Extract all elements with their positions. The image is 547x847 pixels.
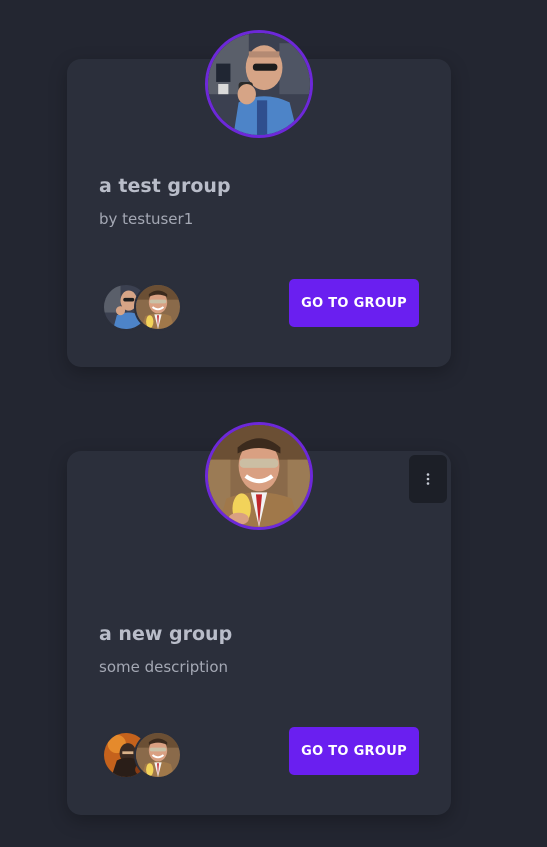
group-owner: by testuser1 (99, 210, 194, 228)
group-list: a test group by testuser1 GO TO GROUP a … (0, 0, 547, 847)
group-description: some description (99, 658, 229, 676)
group-cover-avatar (205, 422, 313, 530)
group-card: a new group some description GO TO GROUP (67, 422, 451, 815)
group-card: a test group by testuser1 GO TO GROUP (67, 30, 451, 367)
member-avatar-smiling-man (134, 283, 182, 331)
member-avatars (102, 731, 186, 779)
man-with-camera-photo (208, 33, 310, 135)
go-to-group-button[interactable]: GO TO GROUP (289, 727, 419, 775)
group-title: a new group (99, 623, 233, 645)
kebab-menu-button[interactable] (409, 455, 447, 503)
kebab-menu-icon (426, 473, 430, 485)
smiling-man-photo (208, 425, 310, 527)
group-cover-avatar (205, 30, 313, 138)
go-to-group-button[interactable]: GO TO GROUP (289, 279, 419, 327)
group-title: a test group (99, 175, 231, 197)
member-avatar-smiling-man (134, 731, 182, 779)
member-avatars (102, 283, 186, 331)
